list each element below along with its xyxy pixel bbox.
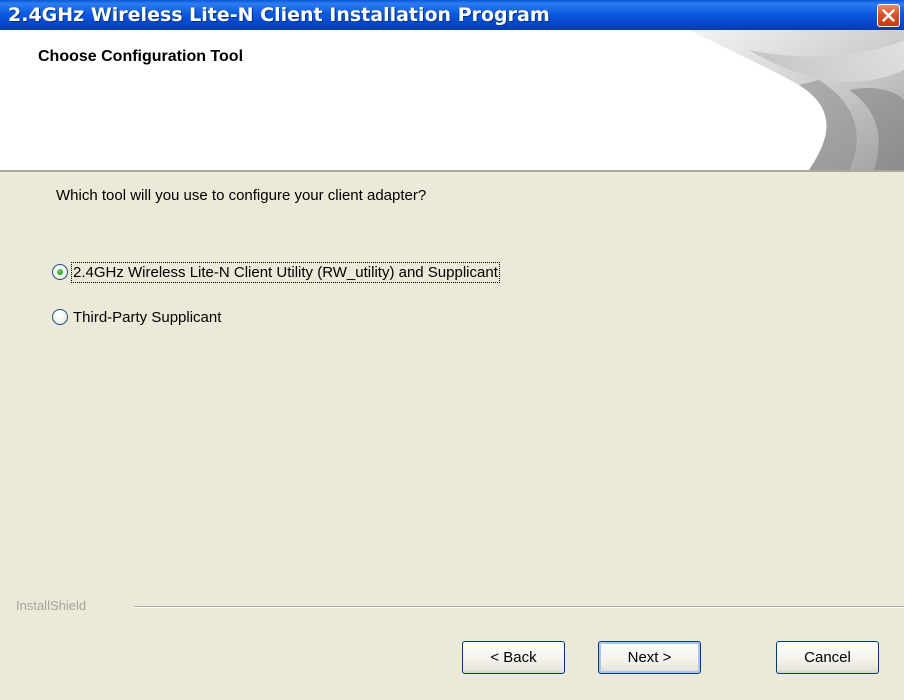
cancel-button-label: Cancel bbox=[804, 649, 851, 666]
separator bbox=[134, 606, 904, 608]
next-button-label: Next > bbox=[627, 649, 672, 666]
question-text: Which tool will you use to configure you… bbox=[56, 187, 427, 204]
option-label[interactable]: 2.4GHz Wireless Lite-N Client Utility (R… bbox=[71, 261, 500, 283]
option-third-party[interactable]: Third-Party Supplicant bbox=[52, 306, 222, 328]
page-title: Choose Configuration Tool bbox=[38, 48, 244, 65]
back-button-label: < Back bbox=[490, 649, 537, 666]
close-icon bbox=[882, 9, 895, 22]
title-bar[interactable]: 2.4GHz Wireless Lite-N Client Installati… bbox=[0, 0, 904, 30]
installshield-brand: InstallShield bbox=[16, 598, 87, 613]
cancel-button[interactable]: Cancel bbox=[776, 641, 879, 674]
installer-window: 2.4GHz Wireless Lite-N Client Installati… bbox=[0, 0, 904, 700]
header-decoration-graphic bbox=[689, 30, 904, 170]
window-title: 2.4GHz Wireless Lite-N Client Installati… bbox=[8, 4, 550, 26]
radio-button[interactable] bbox=[52, 309, 68, 325]
close-button[interactable] bbox=[877, 4, 900, 27]
radio-button-selected[interactable] bbox=[52, 264, 68, 280]
back-button[interactable]: < Back bbox=[462, 641, 565, 674]
next-button[interactable]: Next > bbox=[598, 641, 701, 674]
option-label[interactable]: Third-Party Supplicant bbox=[72, 308, 222, 327]
option-rw-utility[interactable]: 2.4GHz Wireless Lite-N Client Utility (R… bbox=[52, 261, 500, 283]
